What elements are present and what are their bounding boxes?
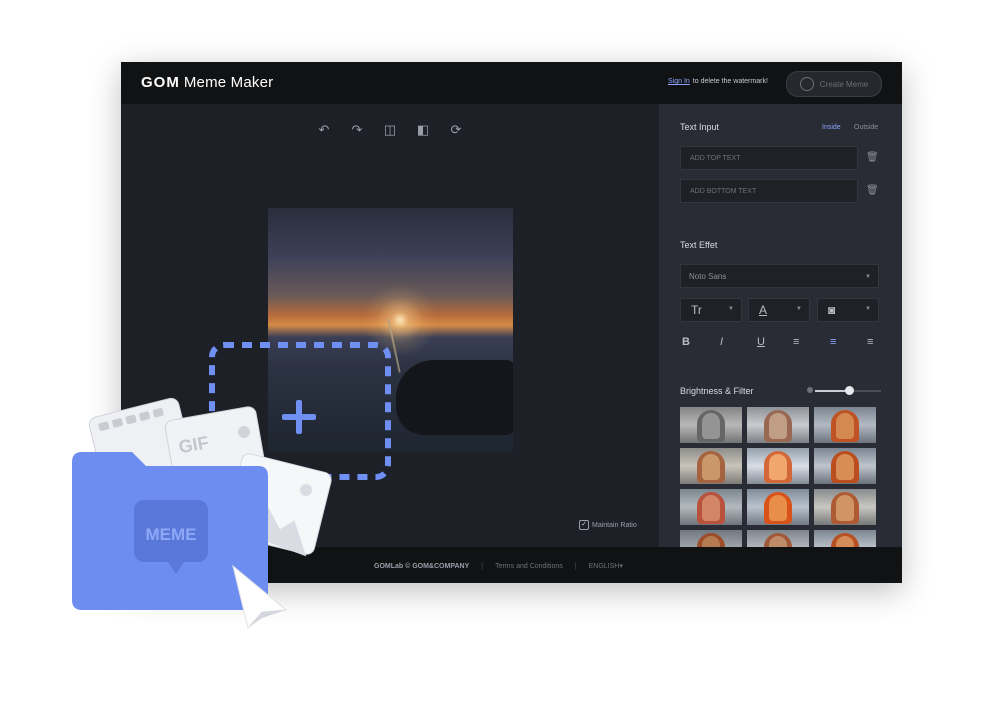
chevron-down-icon: ▼ <box>865 306 871 312</box>
crop-icon[interactable]: ◫ <box>382 122 398 138</box>
chevron-down-icon: ▼ <box>865 274 871 280</box>
app-logo[interactable]: GOM Meme Maker <box>141 74 273 91</box>
divider: | <box>481 562 484 570</box>
filter-thumbnail[interactable] <box>747 407 809 443</box>
text-size-select[interactable]: Tr ▼ <box>680 298 742 322</box>
tab-outside[interactable]: Outside <box>854 124 878 131</box>
language-select[interactable]: ENGLISH▾ <box>589 562 623 570</box>
caret-down-icon: ▾ <box>619 563 623 570</box>
slider-handle[interactable] <box>845 386 854 395</box>
brightness-filter-title: Brightness & Filter <box>680 386 754 396</box>
align-left-icon[interactable]: ≡ <box>793 336 799 348</box>
filter-grid <box>680 407 876 566</box>
footer: GOMLab © GOM&COMPANY | Terms and Conditi… <box>121 547 902 583</box>
side-panel: Text Input Inside Outside ADD TOP TEXT 🗑… <box>659 104 902 566</box>
filter-thumbnail[interactable] <box>814 448 876 484</box>
text-background-icon: ◙ <box>828 303 836 317</box>
top-text-input[interactable]: ADD TOP TEXT <box>680 146 858 170</box>
divider: | <box>574 562 577 570</box>
copyright-text: GOMLab © GOM&COMPANY <box>374 562 470 570</box>
redo-icon[interactable]: ↷ <box>349 122 365 138</box>
text-input-title: Text Input <box>680 122 720 132</box>
text-background-select[interactable]: ◙ ▼ <box>817 298 879 322</box>
signin-notice: Sign In to delete the watermark! <box>668 78 768 85</box>
top-bar: GOM Meme Maker Sign In to delete the water… <box>121 62 902 104</box>
checkbox-icon[interactable]: ✓ <box>579 520 589 530</box>
filter-thumbnail[interactable] <box>680 448 742 484</box>
sign-in-link[interactable]: Sign In <box>668 78 690 85</box>
text-effect-title: Text Effet <box>680 240 718 250</box>
filter-thumbnail[interactable] <box>680 407 742 443</box>
filter-thumbnail[interactable] <box>747 448 809 484</box>
bottom-text-input[interactable]: ADD BOTTOM TEXT <box>680 179 858 203</box>
terms-link[interactable]: Terms and Conditions <box>495 563 563 570</box>
meme-maker-window: GOM Meme Maker Sign In to delete the water… <box>121 62 902 583</box>
align-center-icon[interactable]: ≡ <box>830 336 836 348</box>
text-color-select[interactable]: A ▼ <box>748 298 810 322</box>
chevron-down-icon: ▼ <box>796 306 802 312</box>
brightness-slider[interactable] <box>807 386 881 395</box>
signin-text: to delete the watermark! <box>692 78 768 85</box>
create-meme-button[interactable]: Create Meme <box>786 71 882 97</box>
sparkler-glow <box>360 280 440 360</box>
trash-icon[interactable]: 🗑 <box>866 185 879 197</box>
meme-image[interactable] <box>268 208 513 452</box>
editor-canvas: ↶ ↷ ◫ ◧ ⟳ ✓ Maintain Ratio <box>121 104 659 547</box>
text-size-icon: Tr <box>691 303 702 317</box>
rotate-icon[interactable]: ⟳ <box>448 122 464 138</box>
chevron-down-icon: ▼ <box>728 306 734 312</box>
smiley-icon <box>799 77 814 91</box>
brightness-icon <box>807 387 813 393</box>
bold-icon[interactable]: B <box>682 336 690 348</box>
underline-icon[interactable]: U <box>757 336 765 348</box>
text-color-icon: A <box>759 303 768 317</box>
font-select[interactable]: Noto Sans ▼ <box>680 264 879 288</box>
align-right-icon[interactable]: ≡ <box>867 336 873 348</box>
italic-icon[interactable]: I <box>720 336 723 348</box>
filter-thumbnail[interactable] <box>814 407 876 443</box>
flip-icon[interactable]: ◧ <box>415 122 431 138</box>
canvas-toolbar: ↶ ↷ ◫ ◧ ⟳ <box>316 122 464 138</box>
trash-icon[interactable]: 🗑 <box>866 152 879 164</box>
filter-thumbnail[interactable] <box>680 489 742 525</box>
tab-inside[interactable]: Inside <box>822 124 841 131</box>
filter-thumbnail[interactable] <box>814 489 876 525</box>
filter-thumbnail[interactable] <box>747 489 809 525</box>
hand-silhouette <box>396 360 513 435</box>
undo-icon[interactable]: ↶ <box>316 122 332 138</box>
maintain-ratio-checkbox[interactable]: ✓ Maintain Ratio <box>579 520 637 530</box>
